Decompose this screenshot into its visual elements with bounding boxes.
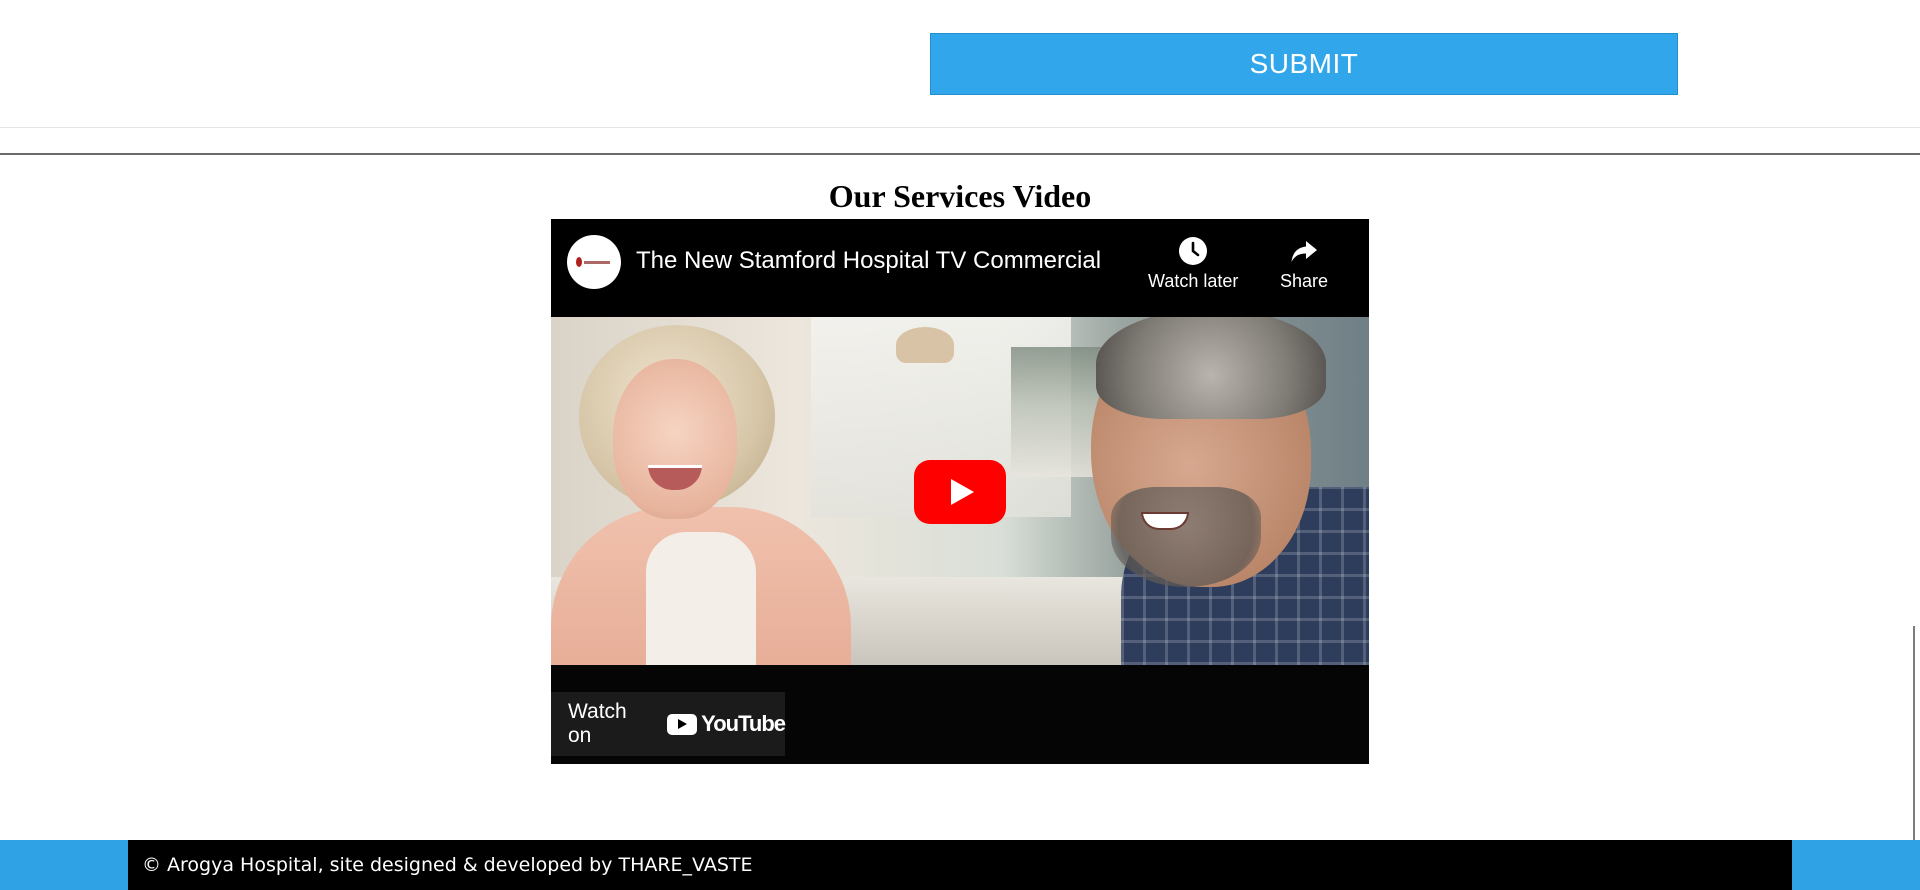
youtube-logo-icon: YouTube bbox=[667, 711, 786, 737]
youtube-wordmark: YouTube bbox=[701, 711, 786, 736]
section-title: Our Services Video bbox=[828, 178, 1092, 214]
video-footer: Watch on YouTube bbox=[551, 665, 1369, 764]
share-arrow-icon bbox=[1288, 235, 1320, 267]
section-divider bbox=[0, 153, 1920, 155]
watch-later-button[interactable]: Watch later bbox=[1148, 235, 1238, 292]
submit-button[interactable]: SUBMIT bbox=[930, 33, 1678, 95]
share-label: Share bbox=[1280, 271, 1329, 291]
watch-later-label: Watch later bbox=[1148, 271, 1239, 291]
thumbnail-man-hair bbox=[1096, 317, 1326, 419]
thumbnail-background-lamp bbox=[896, 327, 954, 363]
thumbnail-man-beard bbox=[1111, 487, 1261, 587]
watch-on-youtube-button[interactable]: Watch on YouTube bbox=[551, 692, 786, 756]
site-footer: © Arogya Hospital, site designed & devel… bbox=[0, 840, 1920, 890]
youtube-play-icon bbox=[914, 460, 1006, 524]
youtube-video-embed[interactable]: The New Stamford Hospital TV Commercial … bbox=[551, 219, 1369, 764]
thumbnail-woman-face bbox=[613, 359, 737, 519]
channel-avatar[interactable] bbox=[567, 235, 621, 289]
watch-on-label: Watch on bbox=[568, 700, 627, 747]
divider bbox=[0, 127, 1920, 128]
thumbnail-woman-shirt bbox=[646, 532, 756, 665]
video-title[interactable]: The New Stamford Hospital TV Commercial bbox=[636, 247, 1101, 275]
clock-icon bbox=[1177, 235, 1209, 267]
scrollbar-thumb[interactable] bbox=[1913, 626, 1915, 840]
footer-copyright: © Arogya Hospital, site designed & devel… bbox=[128, 840, 1792, 890]
video-header: The New Stamford Hospital TV Commercial … bbox=[551, 219, 1369, 317]
stamford-health-logo-icon bbox=[576, 256, 612, 268]
share-button[interactable]: Share bbox=[1280, 235, 1328, 292]
page: SUBMIT Our Services Video The New Stamfo… bbox=[0, 0, 1920, 890]
play-button[interactable] bbox=[914, 460, 1006, 524]
